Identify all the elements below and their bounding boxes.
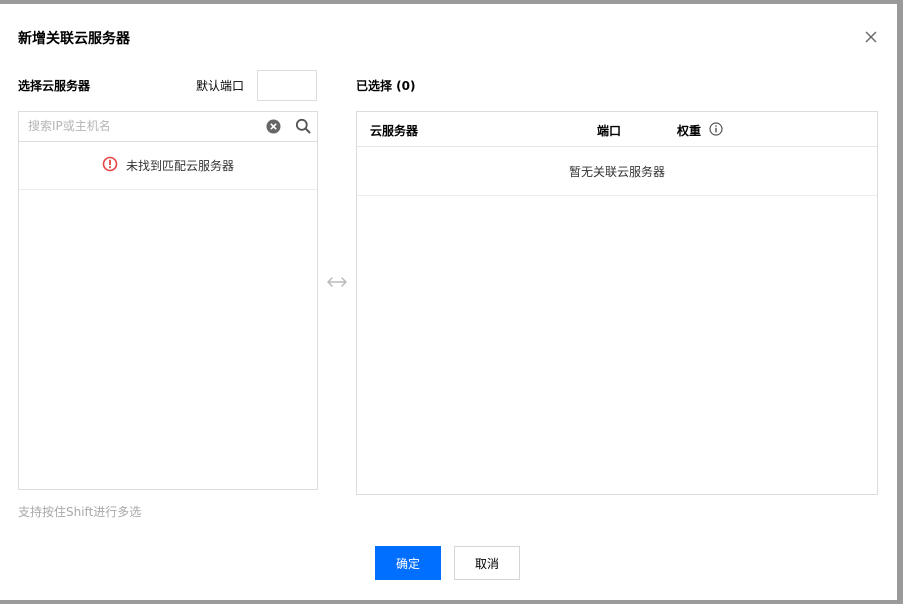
dialog: 新增关联云服务器 选择云服务器 默认端口 已选择 (0) 未找到匹配云服务器	[0, 4, 897, 600]
column-header-port: 端口	[597, 124, 622, 138]
empty-result-text: 未找到匹配云服务器	[126, 159, 235, 173]
default-port-input[interactable]	[257, 70, 317, 101]
selected-server-table: 云服务器 端口 权重 暂无关联云服务器	[356, 111, 878, 495]
table-empty-row: 暂无关联云服务器	[357, 146, 877, 196]
column-header-weight: 权重	[677, 124, 702, 138]
search-bar	[19, 112, 317, 142]
column-header-server: 云服务器	[370, 124, 419, 138]
confirm-button[interactable]: 确定	[375, 546, 441, 580]
default-port-label: 默认端口	[196, 79, 245, 93]
alert-icon	[102, 156, 118, 172]
cancel-button[interactable]: 取消	[454, 546, 520, 580]
search-icon[interactable]	[295, 118, 311, 134]
dialog-title: 新增关联云服务器	[18, 31, 130, 47]
multi-select-hint: 支持按住Shift进行多选	[18, 505, 142, 519]
table-header: 云服务器 端口 权重	[357, 112, 877, 147]
close-icon[interactable]	[862, 28, 880, 46]
table-empty-text: 暂无关联云服务器	[568, 165, 665, 179]
search-input[interactable]	[19, 112, 277, 140]
clear-icon[interactable]	[266, 119, 281, 134]
selected-count-label: 已选择 (0)	[356, 79, 416, 93]
swap-arrows-icon	[327, 277, 347, 287]
info-icon[interactable]	[709, 122, 723, 136]
select-server-label: 选择云服务器	[18, 79, 91, 93]
server-list-panel: 未找到匹配云服务器	[18, 111, 318, 490]
empty-result-row: 未找到匹配云服务器	[19, 141, 317, 190]
